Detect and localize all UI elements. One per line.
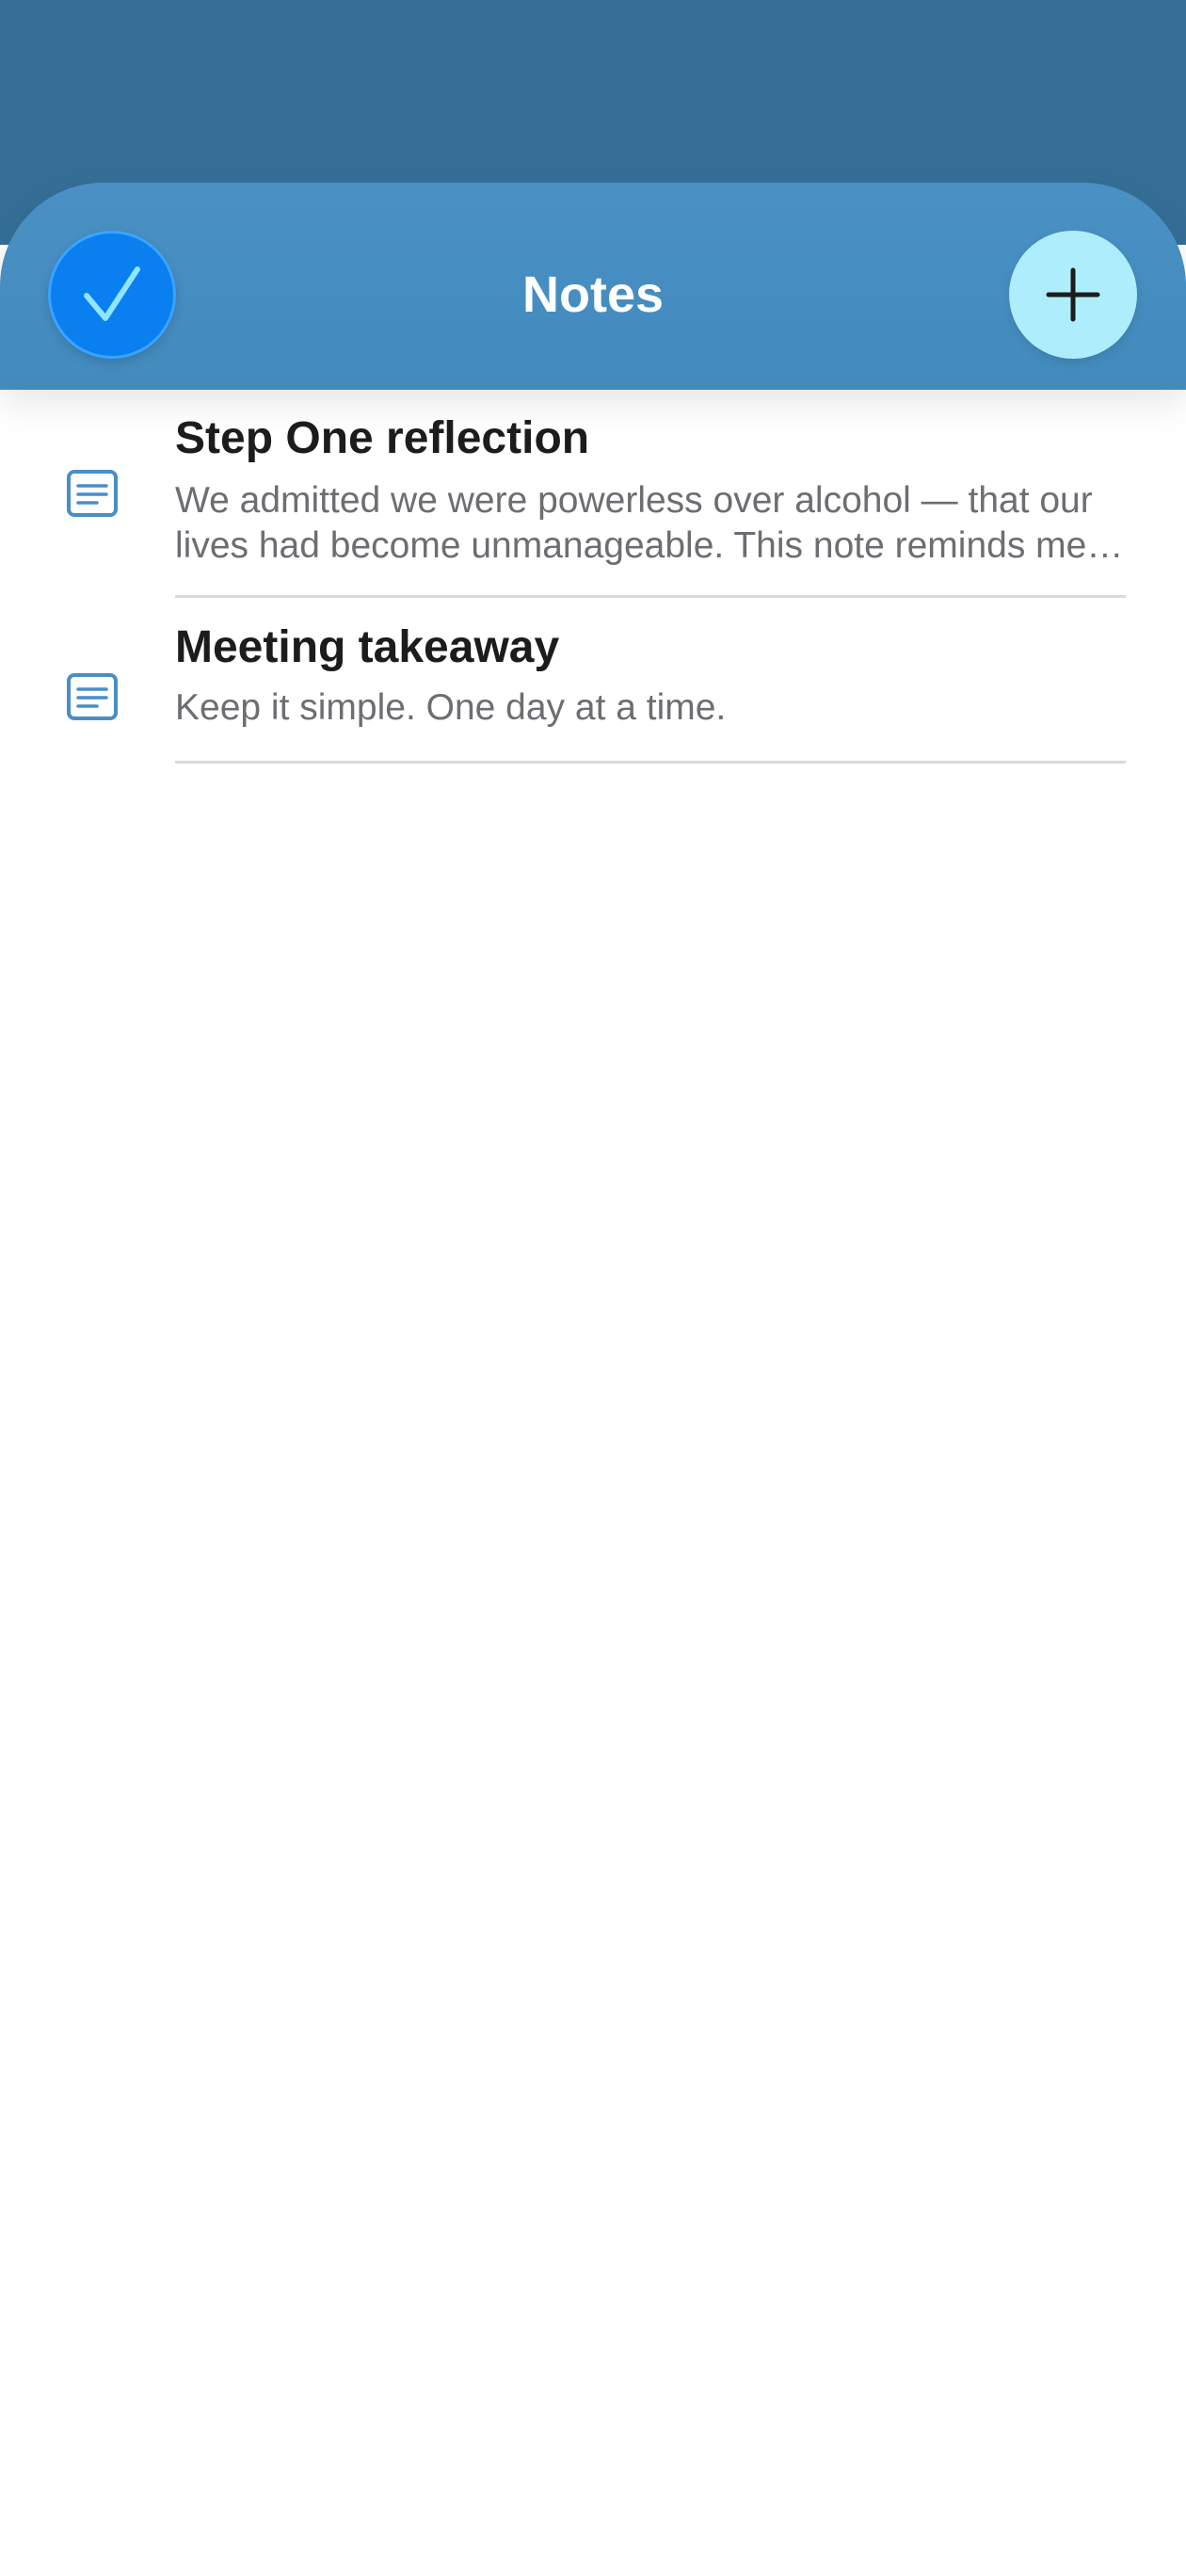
note-preview: We admitted we were powerless over alcoh… [175,480,1093,566]
notes-screen: Notes Step One reflection We admitted we… [0,0,1186,2576]
plus-icon [1046,267,1100,322]
list-item[interactable]: Meeting takeaway Keep it simple. One day… [0,597,1186,766]
divider [175,761,1126,764]
note-icon [67,673,118,720]
note-icon [67,470,118,517]
note-title: Step One reflection [175,413,590,463]
note-title: Meeting takeaway [175,622,560,672]
notes-list: Step One reflection We admitted we were … [0,390,1186,766]
page-title: Notes [521,266,665,323]
add-note-button[interactable] [1009,231,1137,359]
note-preview: Keep it simple. One day at a time. [175,687,727,728]
list-item[interactable]: Step One reflection We admitted we were … [0,390,1186,598]
